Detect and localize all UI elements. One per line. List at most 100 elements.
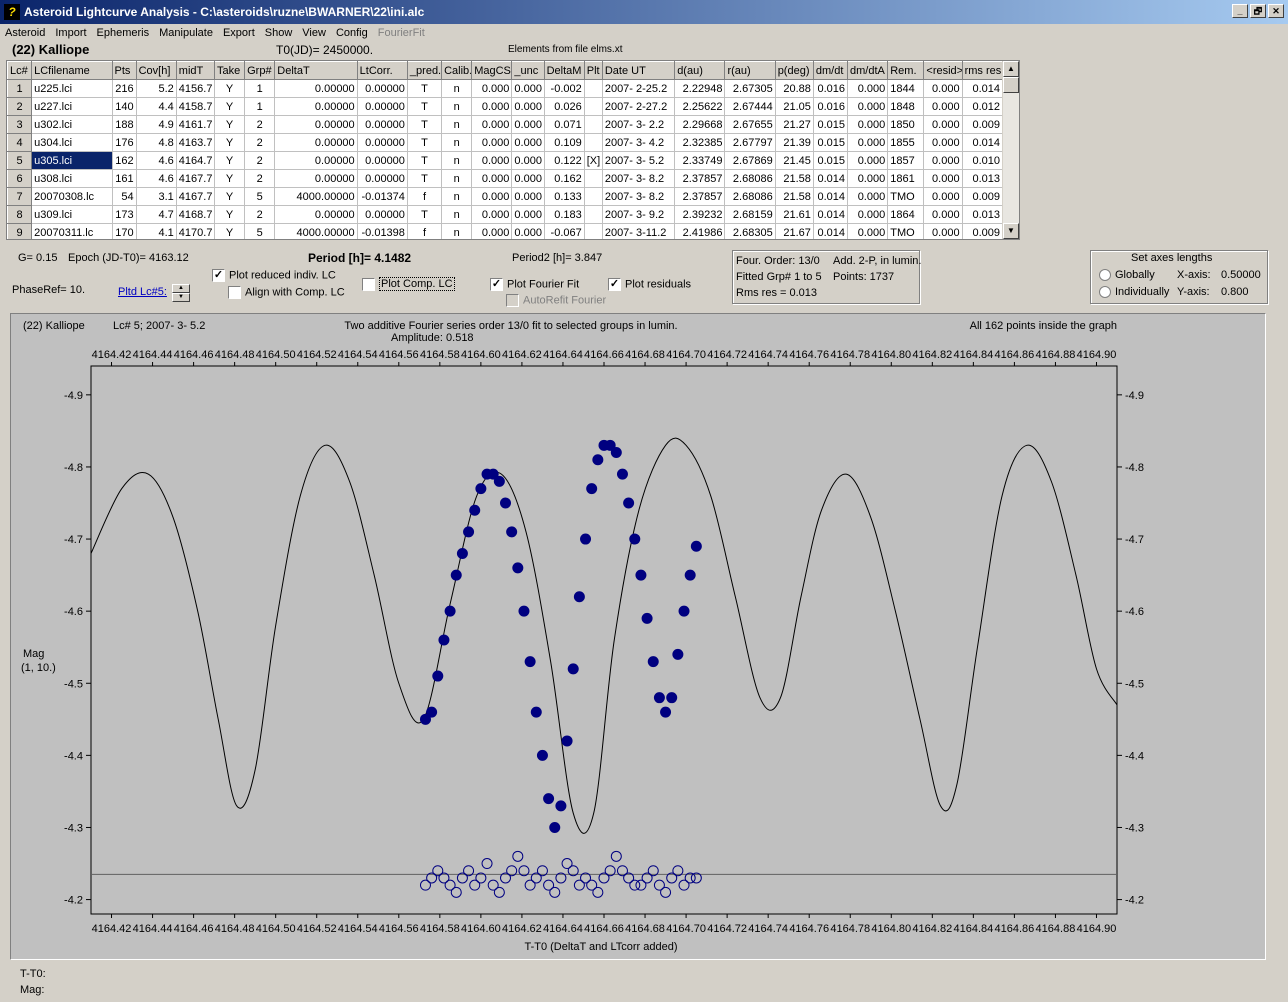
minimize-button[interactable]: _ [1232, 4, 1248, 18]
table-cell[interactable]: 4.4 [136, 97, 177, 116]
table-cell[interactable]: 2.33749 [674, 151, 726, 170]
y-axis-value[interactable]: 0.800 [1221, 286, 1249, 298]
table-cell[interactable]: 1857 [887, 151, 925, 170]
table-cell[interactable]: Y [214, 79, 246, 98]
table-cell[interactable]: 2.68305 [724, 223, 776, 239]
table-cell[interactable]: 0.000 [471, 223, 513, 239]
table-cell[interactable]: 3.1 [136, 187, 177, 206]
table-cell[interactable]: 0.015 [813, 115, 849, 134]
table-cell[interactable]: 0.183 [544, 205, 585, 224]
table-cell[interactable]: 4.1 [136, 223, 177, 239]
restore-button[interactable]: 🗗 [1250, 4, 1266, 18]
radio-empty-icon[interactable] [1099, 269, 1111, 282]
table-cell[interactable]: u308.lci [31, 169, 113, 188]
table-cell[interactable]: T [407, 133, 443, 152]
table-cell[interactable]: 0.00000 [357, 133, 408, 152]
table-cell[interactable]: 2007- 3- 4.2 [602, 133, 676, 152]
table-cell[interactable]: 0.000 [923, 79, 963, 98]
table-cell[interactable]: 0.000 [923, 97, 963, 116]
table-cell[interactable]: 2007- 3-11.2 [602, 223, 676, 239]
table-cell[interactable]: 0.00000 [357, 205, 408, 224]
table-cell[interactable]: 2007- 3- 8.2 [602, 187, 676, 206]
column-header[interactable]: Pts [111, 61, 137, 80]
table-cell[interactable]: 21.67 [775, 223, 814, 239]
lightcurve-chart[interactable]: (22) Kalliope Lc# 5; 2007- 3- 5.2 Two addi… [11, 314, 1265, 959]
table-cell[interactable]: 4164.7 [176, 151, 215, 170]
checkmark-icon[interactable]: ✓ [490, 278, 503, 291]
table-row[interactable]: 7 20070308.lc 54 3.1 4167.7 Y 5 4000.00000 -0.01… [7, 187, 1004, 206]
column-header[interactable]: Lc# [7, 61, 33, 80]
table-cell[interactable]: 2.39232 [674, 205, 726, 224]
table-cell[interactable]: 0.009 [962, 187, 1004, 206]
menu-manipulate[interactable]: Manipulate [154, 27, 218, 39]
table-cell[interactable]: 0.000 [847, 151, 889, 170]
table-cell[interactable]: 2.37857 [674, 187, 726, 206]
table-cell[interactable]: 0.000 [847, 115, 889, 134]
table-cell[interactable]: n [441, 169, 473, 188]
table-cell[interactable]: 0.00000 [274, 133, 358, 152]
table-cell[interactable] [584, 97, 603, 116]
table-cell[interactable]: 1844 [887, 79, 925, 98]
table-cell[interactable]: 2 [244, 205, 276, 224]
table-cell[interactable]: u309.lci [31, 205, 113, 224]
table-cell[interactable]: 2007- 2-27.2 [602, 97, 676, 116]
column-header[interactable]: Grp# [244, 61, 276, 80]
column-header[interactable]: <resid> [923, 61, 963, 80]
table-cell[interactable]: 0.013 [962, 169, 1004, 188]
table-cell[interactable]: 21.58 [775, 187, 814, 206]
table-cell[interactable]: 21.27 [775, 115, 814, 134]
column-header[interactable]: rms res [961, 61, 1004, 80]
table-cell[interactable]: 0.00000 [357, 115, 408, 134]
plot-comp-checkbox[interactable]: Plot Comp. LC [362, 277, 455, 292]
table-cell[interactable]: 2.32385 [674, 133, 726, 152]
table-cell[interactable]: f [407, 223, 443, 239]
table-cell[interactable]: 161 [112, 169, 137, 188]
table-cell[interactable]: 0.000 [511, 79, 545, 98]
table-cell[interactable]: 2007- 3- 9.2 [602, 205, 676, 224]
column-header[interactable]: DeltaM [543, 61, 585, 80]
table-cell[interactable]: 2.67869 [724, 151, 776, 170]
table-cell[interactable]: 1 [244, 97, 276, 116]
table-cell[interactable]: T [407, 115, 443, 134]
table-cell[interactable]: 0.026 [544, 97, 585, 116]
table-cell[interactable]: T [407, 205, 443, 224]
table-cell[interactable]: Y [214, 223, 246, 239]
table-cell[interactable]: [X] [584, 151, 603, 170]
checkmark-icon[interactable]: ✓ [212, 269, 225, 282]
table-cell[interactable]: 0.015 [813, 133, 849, 152]
table-cell[interactable]: 0.109 [544, 133, 585, 152]
table-cell[interactable]: 0.00000 [357, 79, 408, 98]
table-cell[interactable]: Y [214, 115, 246, 134]
table-cell[interactable]: 21.39 [775, 133, 814, 152]
checkbox-empty-icon[interactable] [228, 286, 241, 299]
table-cell[interactable]: 2.68159 [724, 205, 776, 224]
radio-empty-icon[interactable] [1099, 286, 1111, 299]
table-cell[interactable]: 5 [244, 223, 276, 239]
table-cell[interactable]: 21.05 [775, 97, 814, 116]
checkbox-empty-icon[interactable] [362, 278, 375, 291]
table-cell[interactable]: 1848 [887, 97, 925, 116]
table-cell[interactable] [584, 79, 603, 98]
table-cell[interactable]: Y [214, 205, 246, 224]
table-cell[interactable]: 2.68086 [724, 169, 776, 188]
table-cell[interactable]: 170 [112, 223, 137, 239]
table-cell[interactable]: 0.000 [847, 223, 889, 239]
column-header[interactable]: r(au) [724, 61, 776, 80]
table-cell[interactable]: 0.000 [847, 79, 889, 98]
table-cell[interactable]: 1855 [887, 133, 925, 152]
table-cell[interactable]: 2.25622 [674, 97, 726, 116]
table-cell[interactable]: u302.lci [31, 115, 113, 134]
column-header[interactable]: dm/dt [812, 61, 849, 80]
table-row[interactable]: 5 u305.lci 162 4.6 4164.7 Y 2 0.00000 0.00000 Tn 0… [7, 151, 1004, 170]
menu-config[interactable]: Config [331, 27, 373, 39]
table-cell[interactable]: 173 [112, 205, 137, 224]
table-cell[interactable]: 0.00000 [274, 169, 358, 188]
table-cell[interactable]: n [441, 151, 473, 170]
table-cell[interactable]: 4161.7 [176, 115, 215, 134]
table-cell[interactable]: 0.000 [923, 205, 963, 224]
table-cell[interactable]: 4000.00000 [274, 187, 358, 206]
table-cell[interactable]: TMO [887, 187, 925, 206]
table-cell[interactable]: n [441, 223, 473, 239]
lc-spinner[interactable]: ▲ ▼ [172, 284, 190, 302]
column-header[interactable]: Take [213, 61, 246, 80]
